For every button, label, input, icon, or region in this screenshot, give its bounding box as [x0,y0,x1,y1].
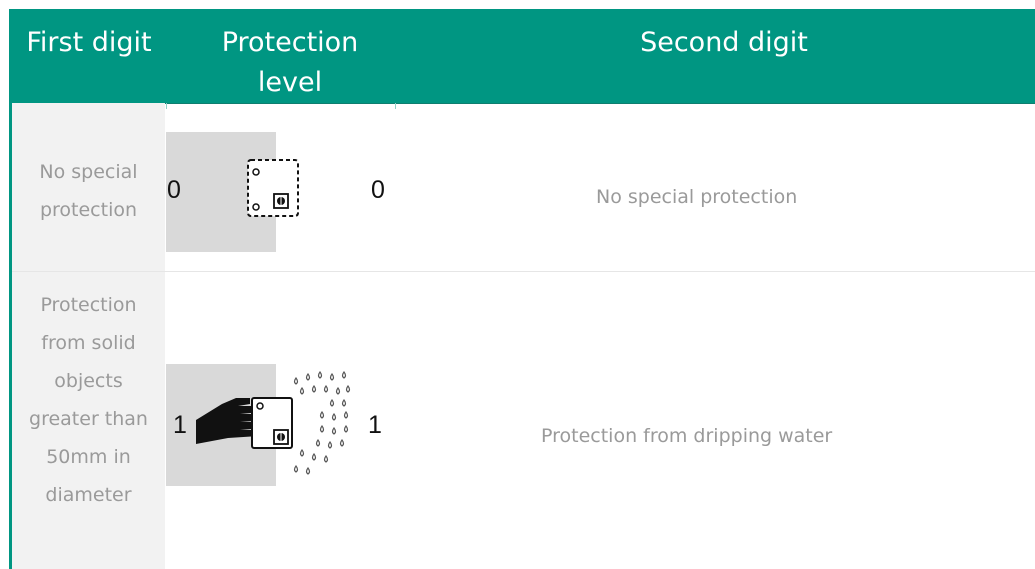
table-header: First digit Protection level Second digi… [9,9,1035,109]
row-1-desc-line: greater than [29,408,148,430]
header-protection-level: Protection level [195,23,385,103]
row-0-second-digit: 0 [371,176,385,204]
row-1-desc-line: objects [54,370,123,392]
row-1-second-digit: 1 [368,411,382,439]
header-first-digit: First digit [26,27,152,58]
row-1-desc-line: 50mm in [46,446,131,468]
column-divider [395,103,396,109]
row-separator [12,271,1035,272]
row-1-first-description: Protection from solid objects greater th… [12,272,165,569]
dashed-enclosure-icon [247,159,299,217]
row-1-desc-line: diameter [45,484,132,506]
row-1-second-description: Protection from dripping water [541,425,833,447]
row-0-first-digit: 0 [167,176,181,204]
row-1-first-digit: 1 [173,411,187,439]
row-0-desc-line: No special [39,161,138,183]
header-protection-level-line1: Protection [221,27,359,58]
protection-table: First digit Protection level Second digi… [0,0,1035,569]
header-second-digit: Second digit [640,27,808,58]
row-0-first-description: No special protection [12,103,165,271]
row-0-desc-line: protection [39,199,138,221]
column-divider [166,103,167,109]
row-1-desc-line: from solid [41,332,136,354]
header-protection-level-line2: level [257,67,323,98]
water-drips-icon [293,370,351,475]
row-1-desc-line: Protection [40,294,137,316]
row-0-second-description: No special protection [596,186,798,208]
